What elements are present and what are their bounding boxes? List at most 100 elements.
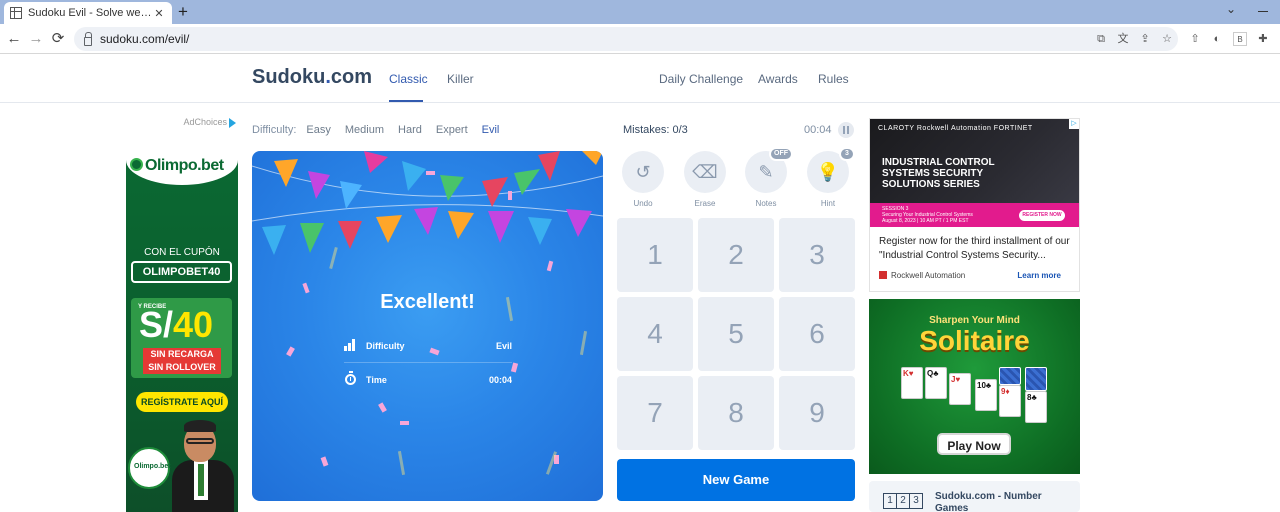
numpad-key-1[interactable]: 1	[617, 218, 693, 292]
adchoices-label[interactable]: AdChoices	[183, 117, 236, 128]
forward-icon[interactable]: →	[26, 29, 46, 49]
ra1-title-line3: SOLUTIONS SERIES	[882, 179, 980, 190]
pause-icon[interactable]	[838, 122, 854, 138]
card-rank: 8	[1027, 393, 1032, 402]
new-game-button[interactable]: New Game	[617, 459, 855, 501]
share-icon[interactable]: ⇪	[1138, 32, 1152, 46]
logo-text: Sudoku	[252, 66, 326, 88]
nav-awards[interactable]: Awards	[758, 72, 798, 86]
nav-active-underline	[389, 100, 423, 102]
play-now-button[interactable]: Play Now	[937, 433, 1011, 455]
card-rank: Q	[927, 369, 934, 378]
reload-icon[interactable]: ⟳	[48, 29, 68, 49]
tab-title: Sudoku Evil - Solve web sudoku puzzles	[28, 7, 152, 19]
right-advertisement-solitaire[interactable]: Sharpen Your Mind Solitaire K♥ Q♣ J♥ 10♣…	[869, 299, 1080, 474]
ra1-session: SESSION 3 Securing Your Industrial Contr…	[882, 206, 973, 224]
numpad-key-4[interactable]: 4	[617, 297, 693, 371]
ra1-advertiser-name: Rockwell Automation	[891, 271, 966, 280]
ra1-register-button[interactable]: REGISTER NOW	[1019, 210, 1065, 221]
install-app-icon[interactable]: ⧉	[1094, 32, 1108, 46]
extension-upload-icon[interactable]: ⇧	[1188, 32, 1202, 46]
ad-amount: S/40	[139, 304, 213, 346]
url-text: sudoku.com/evil/	[100, 32, 190, 46]
playing-card: J♥	[949, 373, 971, 405]
playing-card: 8♣	[1025, 391, 1047, 423]
difficulty-label: Difficulty:	[252, 124, 297, 136]
ad-person-image	[170, 420, 236, 512]
lock-icon	[84, 31, 92, 46]
card-rank: K	[903, 369, 909, 378]
ra1-title: INDUSTRIAL CONTROL SYSTEMS SECURITY SOLU…	[882, 157, 995, 190]
right-advertisement-security[interactable]: CLAROTY Rockwell Automation FORTINET IND…	[869, 118, 1080, 292]
grid-digit: 1	[883, 493, 897, 509]
numpad-key-8[interactable]: 8	[698, 376, 774, 450]
ra1-title-line1: INDUSTRIAL CONTROL	[882, 157, 995, 168]
undo-tool[interactable]: ↺ Undo	[622, 151, 664, 208]
grid-digit: 2	[896, 493, 910, 509]
difficulty-expert[interactable]: Expert	[436, 124, 468, 136]
card-rank: J	[951, 375, 956, 384]
ad-coupon-code: OLIMPOBET40	[131, 261, 232, 283]
confetti-streak	[579, 330, 588, 356]
nav-classic[interactable]: Classic	[389, 72, 428, 86]
site-logo[interactable]: Sudoku.com	[252, 66, 372, 89]
numpad-key-7[interactable]: 7	[617, 376, 693, 450]
hint-label: Hint	[820, 199, 836, 208]
nav-rules[interactable]: Rules	[818, 72, 849, 86]
ad-amount-number: 40	[173, 304, 214, 345]
new-tab-button[interactable]: +	[178, 2, 188, 22]
ad-person-hair	[184, 420, 216, 432]
numpad-key-6[interactable]: 6	[779, 297, 855, 371]
notes-tool[interactable]: ✎ OFF Notes	[745, 147, 793, 208]
adchoices-icon[interactable]: ▷	[1069, 119, 1079, 129]
extensions-puzzle-icon[interactable]: ✚	[1256, 32, 1270, 46]
difficulty-easy[interactable]: Easy	[306, 124, 330, 136]
tab-close-icon[interactable]: ✕	[152, 7, 166, 20]
browser-tab[interactable]: Sudoku Evil - Solve web sudoku puzzles ✕	[4, 2, 172, 24]
extension-mouse-icon[interactable]: ◐	[1210, 32, 1224, 46]
notes-label: Notes	[755, 199, 777, 208]
tab-search-icon[interactable]: ⌄	[1226, 2, 1236, 16]
ra2-title: Solitaire	[919, 325, 1030, 356]
eraser-icon[interactable]: ⌫	[684, 151, 726, 193]
bookmark-star-icon[interactable]: ☆	[1160, 32, 1174, 46]
undo-label: Undo	[633, 199, 653, 208]
result-heading: Excellent!	[380, 291, 475, 313]
result-difficulty-row: Difficulty Evil	[344, 337, 512, 363]
result-row-divider	[344, 362, 512, 363]
left-advertisement[interactable]: AdChoices Olimpo.bet CON EL CUPÓN OLIMPO…	[126, 115, 238, 512]
undo-icon[interactable]: ↺	[622, 151, 664, 193]
erase-label: Erase	[694, 199, 716, 208]
ad-coupon-text: CON EL CUPÓN	[144, 247, 220, 258]
difficulty-medium[interactable]: Medium	[345, 124, 384, 136]
difficulty-bars-icon	[344, 339, 358, 351]
nav-daily-challenge[interactable]: Daily Challenge	[659, 72, 743, 86]
ad-offer-panel: Y RECIBE S/40 SIN RECARGA SIN ROLLOVER	[131, 298, 232, 378]
hint-tool[interactable]: 💡 3 Hint	[807, 147, 855, 208]
ad-register-button[interactable]: REGÍSTRATE AQUÍ	[136, 392, 228, 412]
translate-icon[interactable]: 文	[1116, 32, 1130, 46]
ra1-learn-more-link[interactable]: Learn more	[1017, 271, 1061, 280]
numpad-key-2[interactable]: 2	[698, 218, 774, 292]
numpad-key-5[interactable]: 5	[698, 297, 774, 371]
sudoku-favicon-icon	[10, 7, 22, 19]
numpad-key-9[interactable]: 9	[779, 376, 855, 450]
hint-count-badge: 3	[839, 147, 855, 161]
confetti-piece	[286, 346, 295, 357]
ra1-title-line2: SYSTEMS SECURITY	[882, 168, 984, 179]
difficulty-hard[interactable]: Hard	[398, 124, 422, 136]
playing-card: K♥	[901, 367, 923, 399]
number-games-card[interactable]: 1 2 3 Sudoku.com - Number Games	[869, 481, 1080, 512]
card-rank: 9	[1001, 387, 1006, 396]
difficulty-evil[interactable]: Evil	[482, 124, 500, 136]
erase-tool[interactable]: ⌫ Erase	[684, 151, 726, 208]
bunting-decoration	[252, 151, 603, 294]
numpad-key-3[interactable]: 3	[779, 218, 855, 292]
nav-killer[interactable]: Killer	[447, 72, 474, 86]
extension-b-icon[interactable]: B	[1233, 32, 1247, 46]
number-games-title: Sudoku.com - Number Games	[935, 491, 1042, 512]
back-icon[interactable]: ←	[4, 29, 24, 49]
ad-football-icon: Olimpo.bet	[128, 447, 171, 489]
address-bar[interactable]: sudoku.com/evil/	[74, 27, 1178, 51]
window-minimize-icon[interactable]	[1258, 11, 1268, 12]
